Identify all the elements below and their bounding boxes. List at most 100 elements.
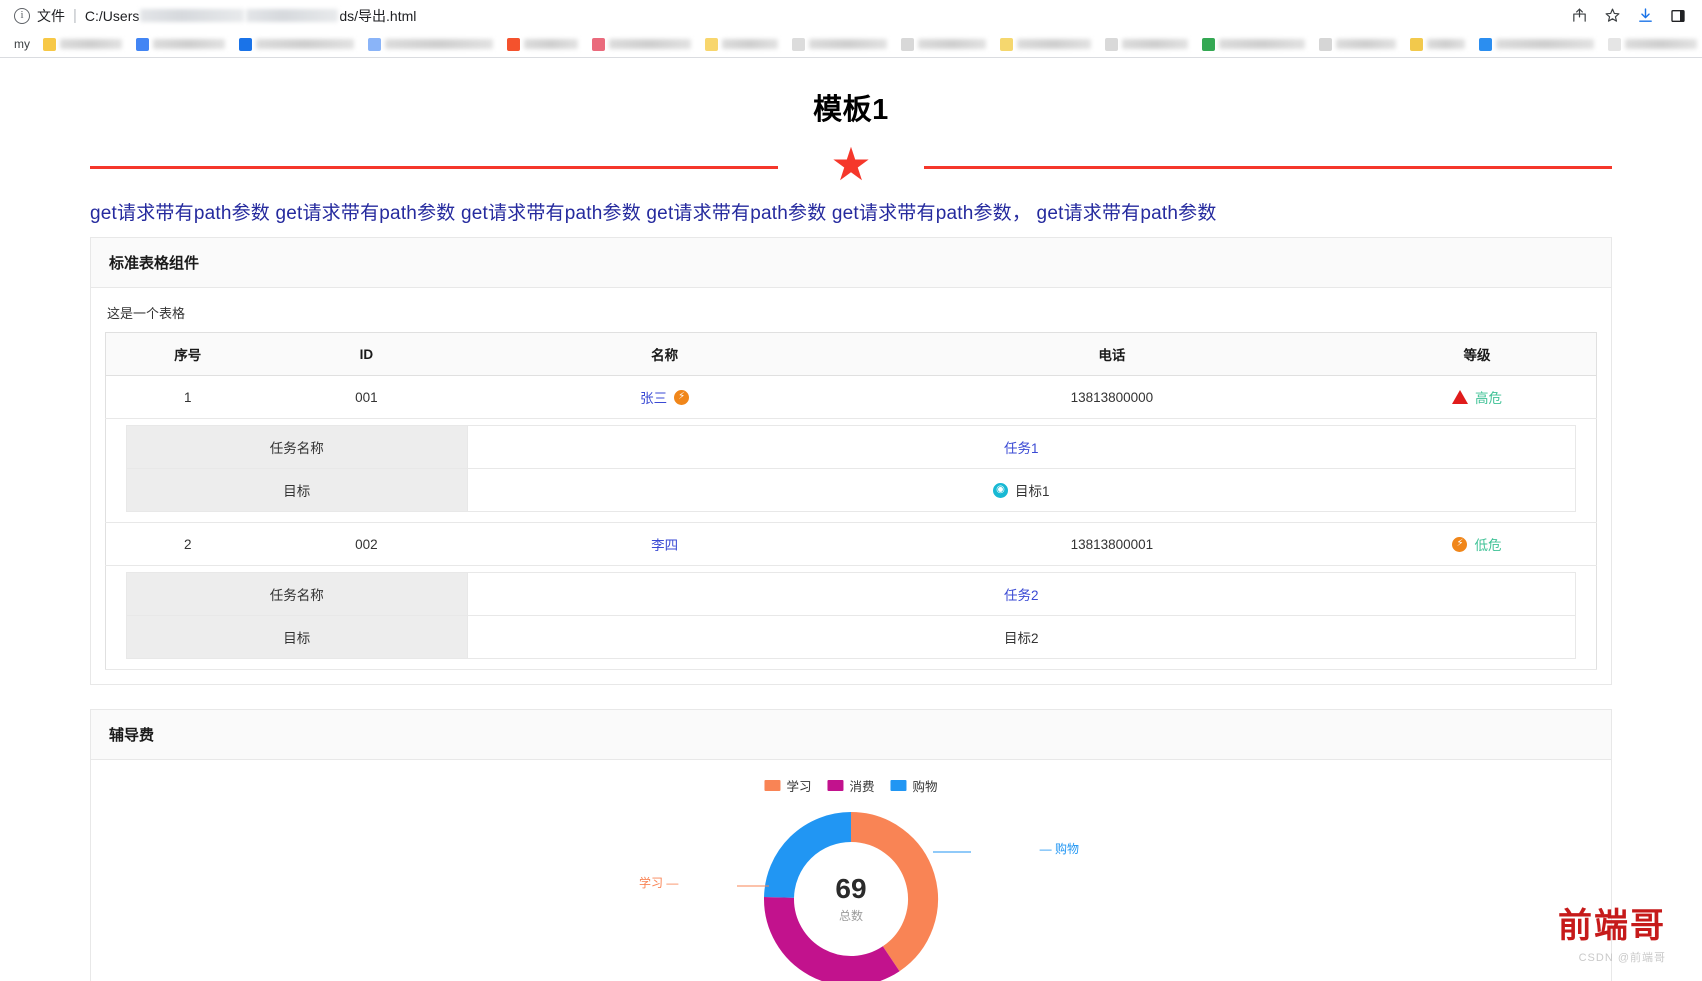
table-card-header: 标准表格组件 <box>91 238 1611 288</box>
bookmark-favicon-icon <box>1105 37 1118 51</box>
bookmark-item[interactable] <box>1472 37 1601 51</box>
warning-triangle-icon <box>1451 390 1468 404</box>
detail-row-item: 任务名称 任务1 <box>126 425 1576 469</box>
slice-label-study: 学习 — <box>639 876 679 890</box>
side-panel-icon[interactable] <box>1670 8 1686 24</box>
bolt-circle-icon: ⚡ <box>1452 536 1468 552</box>
info-circle-icon[interactable]: i <box>14 7 30 24</box>
toolbar-actions <box>1571 7 1692 24</box>
bookmark-item[interactable] <box>361 37 500 51</box>
bookmark-favicon-icon <box>1479 37 1492 51</box>
name-link[interactable]: 张三 <box>640 387 667 407</box>
chart-card-header: 辅导费 <box>91 710 1611 760</box>
bookmark-first-label[interactable]: my <box>8 37 36 51</box>
bookmark-favicon-icon <box>901 37 914 51</box>
bookmark-label <box>918 39 986 49</box>
bookmark-item[interactable] <box>1601 37 1702 51</box>
bookmark-item[interactable] <box>36 37 129 51</box>
table-detail-row: 任务名称 任务2 目标 目标2 <box>105 565 1597 670</box>
detail-value: ◉ 目标1 <box>466 468 1576 512</box>
detail-value: 目标2 <box>466 615 1576 659</box>
bookmark-item[interactable] <box>232 37 361 51</box>
title-divider: ★ <box>90 141 1612 187</box>
detail-value-link[interactable]: 任务2 <box>1004 584 1039 604</box>
detail-cell: 任务名称 任务1 目标 ◉ 目标1 <box>105 418 1597 523</box>
browser-toolbar: i 文件 | C:/Users ds/导出.html <box>0 0 1702 31</box>
bookmark-favicon-icon <box>792 37 805 51</box>
bookmark-item[interactable] <box>585 37 698 51</box>
legend-label: 学习 <box>786 780 812 794</box>
bookmark-favicon-icon <box>239 37 252 51</box>
bookmark-item[interactable] <box>129 37 232 51</box>
url-text: C:/Users ds/导出.html <box>85 6 416 26</box>
chart-card-body: 学习消费购物 学习 — — 购物 — 消费 69 <box>91 760 1611 981</box>
detail-table: 任务名称 任务1 目标 ◉ 目标1 <box>126 425 1576 512</box>
detail-value-link[interactable]: 任务1 <box>1004 437 1039 457</box>
bookmark-item[interactable] <box>698 37 785 51</box>
column-header-seq: 序号 <box>105 332 270 376</box>
bookmark-item[interactable] <box>500 37 585 51</box>
bookmark-label <box>1427 39 1465 49</box>
status-badge: 高危 <box>1474 391 1502 406</box>
detail-table: 任务名称 任务2 目标 目标2 <box>126 572 1576 659</box>
bookmark-item[interactable] <box>785 37 894 51</box>
detail-label: 任务名称 <box>126 572 468 616</box>
bookmark-star-icon[interactable] <box>1604 7 1621 24</box>
table-caption: 这是一个表格 <box>107 306 186 321</box>
bookmark-label <box>809 39 887 49</box>
bookmark-item[interactable] <box>894 37 993 51</box>
legend-item[interactable]: 消费 <box>827 776 875 795</box>
share-icon[interactable] <box>1571 7 1588 24</box>
cell-phone: 13813800000 <box>865 375 1358 419</box>
cell-seq: 2 <box>105 522 270 566</box>
detail-value-text: 目标2 <box>1003 631 1039 646</box>
target-circle-icon: ◉ <box>992 482 1008 498</box>
download-icon[interactable] <box>1637 7 1654 24</box>
bookmark-item[interactable] <box>993 37 1098 51</box>
legend-swatch <box>764 780 781 791</box>
column-header-id: ID <box>269 332 464 376</box>
address-bar[interactable]: i 文件 | C:/Users ds/导出.html <box>10 2 1571 30</box>
detail-row-item: 目标 目标2 <box>126 615 1576 659</box>
url-redacted-2 <box>246 9 339 22</box>
legend-item[interactable]: 学习 <box>764 776 811 795</box>
bookmark-label <box>385 39 493 49</box>
bookmark-favicon-icon <box>43 37 56 51</box>
detail-cell: 任务名称 任务2 目标 目标2 <box>105 565 1597 670</box>
bookmark-favicon-icon <box>1202 37 1215 51</box>
bookmark-favicon-icon <box>1319 37 1332 51</box>
bookmark-label <box>1017 39 1091 49</box>
column-header-name: 名称 <box>463 332 866 376</box>
legend-label: 购物 <box>912 780 938 794</box>
donut-total-label: 总数 <box>838 909 863 924</box>
donut-ring: 69 总数 <box>758 806 944 981</box>
bookmark-items[interactable] <box>36 37 1702 51</box>
column-header-level: 等级 <box>1357 332 1597 376</box>
bookmark-item[interactable] <box>1312 37 1403 51</box>
bookmarks-bar[interactable]: my or <box>0 31 1702 58</box>
detail-value-text: 目标1 <box>1014 484 1050 499</box>
omnibox-separator: | <box>73 7 77 24</box>
chart-card: 辅导费 学习消费购物 学习 — — 购物 — 消费 <box>90 709 1612 981</box>
divider-line-right <box>923 165 1612 169</box>
name-link[interactable]: 李四 <box>651 534 678 554</box>
cell-phone: 13813800001 <box>865 522 1358 566</box>
legend-swatch <box>827 780 844 791</box>
bookmark-favicon-icon <box>592 37 605 51</box>
table-row: 2 002 李四 13813800001 ⚡ 低危 <box>105 522 1597 566</box>
bookmark-item[interactable] <box>1195 37 1312 51</box>
table-card-body: 这是一个表格 序号 ID 名称 电话 等级 1 001 张三 ⚡ 13813800000… <box>91 288 1611 684</box>
bookmark-label <box>153 39 225 49</box>
bookmark-favicon-icon <box>136 37 149 51</box>
cell-name: 李四 <box>463 522 866 566</box>
url-prefix: C:/Users <box>84 7 140 24</box>
legend-label: 消费 <box>849 780 875 794</box>
security-label: 文件 <box>37 7 65 24</box>
bookmark-item[interactable] <box>1403 37 1472 51</box>
path-param-text: get请求带有path参数 get请求带有path参数 get请求带有path参… <box>90 203 1217 224</box>
url-suffix: ds/导出.html <box>339 7 417 24</box>
divider-line-left <box>90 165 779 169</box>
legend-item[interactable]: 购物 <box>890 776 938 795</box>
bookmark-item[interactable] <box>1098 37 1195 51</box>
table-body: 1 001 张三 ⚡ 13813800000 高危 任务名称 任务1 目标 ◉ 目标1 2 002 李四 1… <box>105 375 1597 670</box>
